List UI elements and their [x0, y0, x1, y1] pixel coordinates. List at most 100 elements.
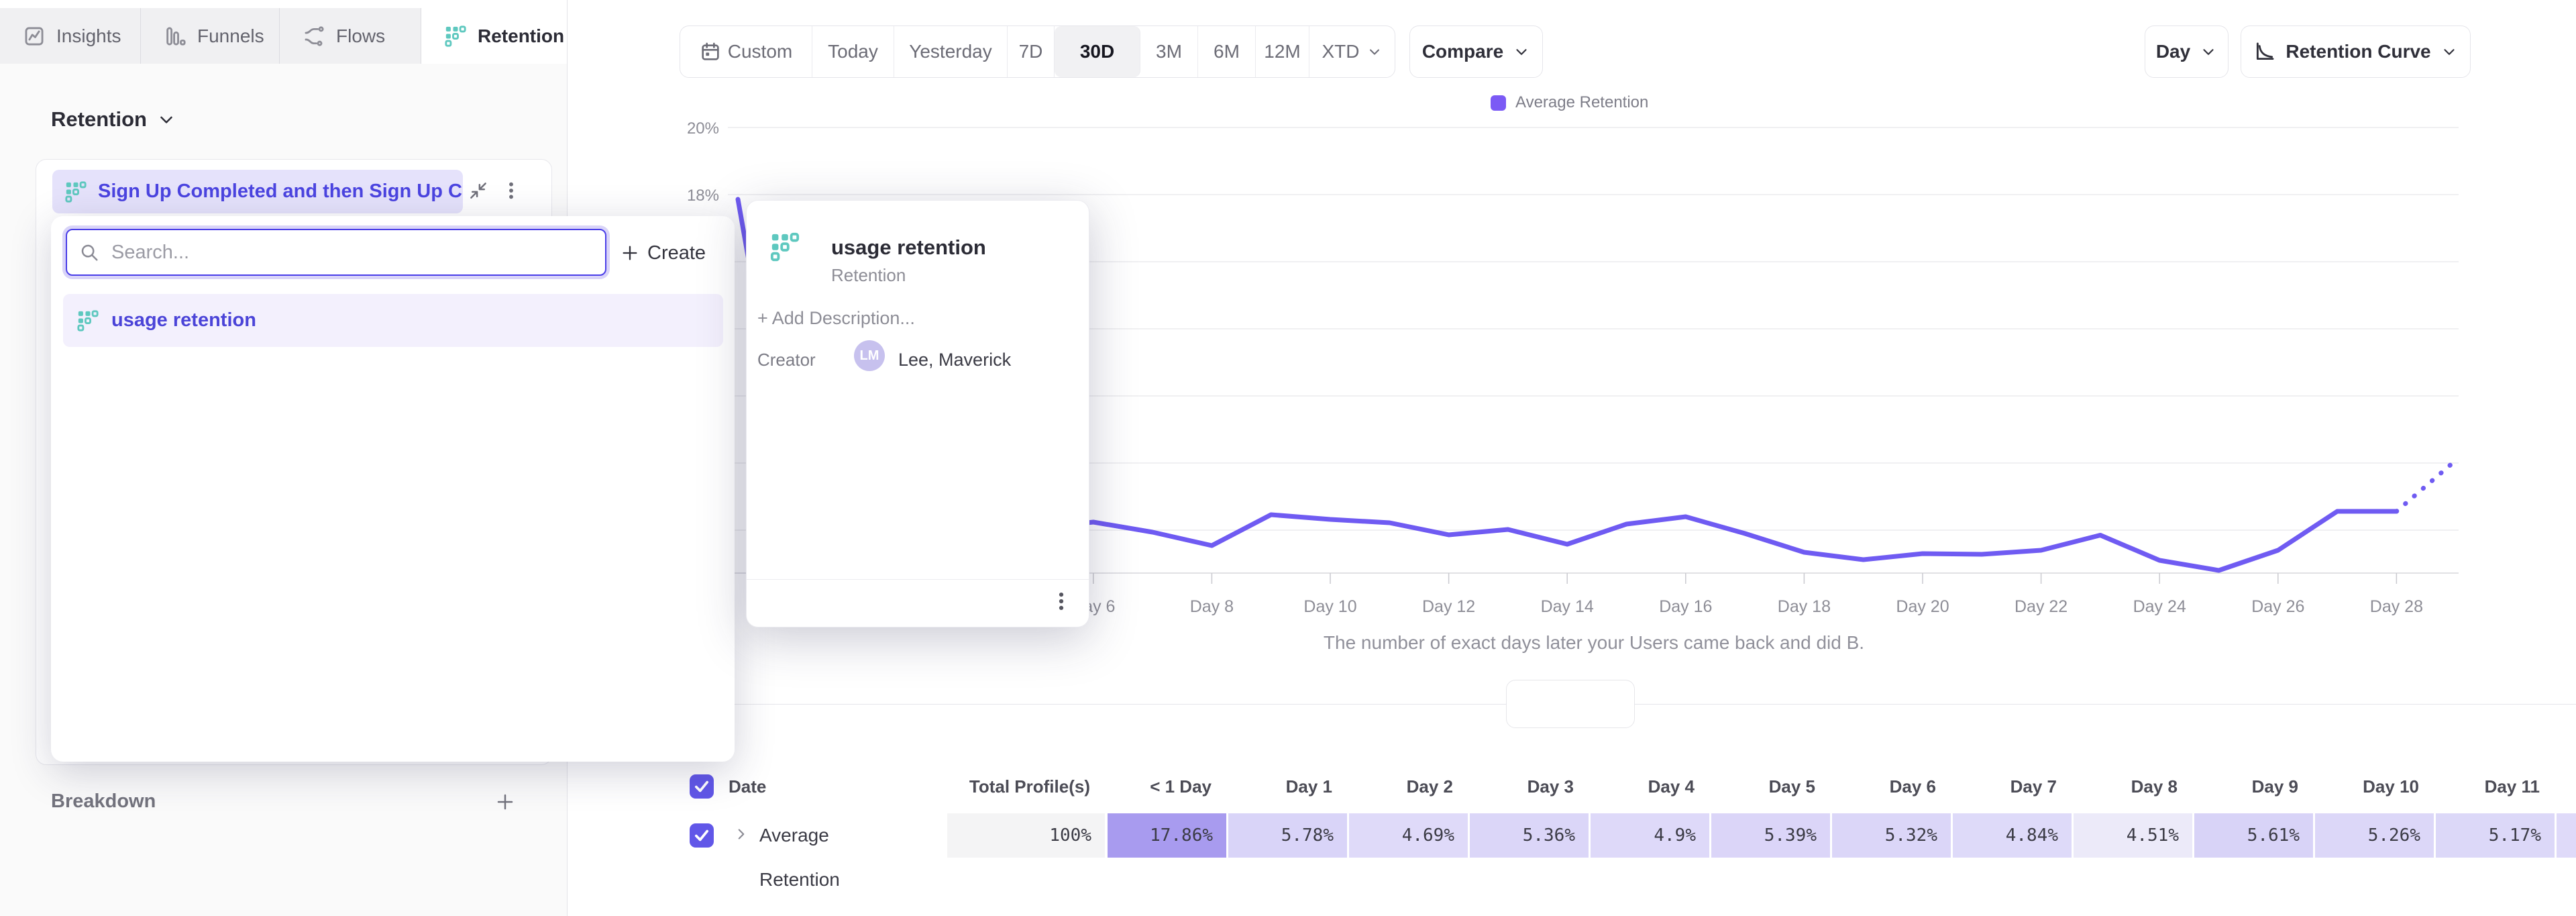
retention-icon	[769, 232, 800, 262]
tab-label: Retention	[478, 26, 564, 47]
column-header: Day 3	[1470, 770, 1589, 803]
report-type-selector[interactable]: Retention	[51, 107, 176, 132]
retention-icon	[64, 181, 87, 203]
layout-toggle	[1506, 680, 1635, 728]
search-result-label: usage retention	[111, 309, 256, 332]
column-header: Day 2	[1349, 770, 1468, 803]
range-3m[interactable]: 3M	[1140, 26, 1198, 77]
retention-cell[interactable]: 5.32%	[1832, 813, 1951, 858]
range-label: 30D	[1080, 41, 1114, 62]
avatar: LM	[854, 340, 885, 371]
range-label: XTD	[1322, 41, 1360, 62]
report-hover-card: usage retention Retention + Add Descript…	[746, 200, 1089, 627]
funnels-icon	[164, 25, 186, 48]
chevron-down-icon	[156, 109, 176, 130]
range-6m[interactable]: 6M	[1198, 26, 1256, 77]
tab-retention[interactable]: Retention	[421, 8, 567, 64]
row-label: Average Retention	[759, 813, 840, 858]
total-profiles-cell[interactable]: 100%	[947, 813, 1105, 858]
date-range-bar: Custom Today Yesterday 7D 30D 3M 6M 12M XTD	[680, 26, 1395, 78]
legend-swatch	[1491, 95, 1506, 111]
retention-cell[interactable]: 5.78%	[1228, 813, 1347, 858]
retention-cell[interactable]: 4.51%	[2074, 813, 2192, 858]
tab-insights[interactable]: Insights	[0, 8, 141, 64]
column-header: Day 5	[1711, 770, 1830, 803]
granularity-button[interactable]: Day	[2145, 26, 2229, 78]
column-header: Day 10	[2315, 770, 2434, 803]
retention-cell[interactable]: 4.84%	[1953, 813, 2072, 858]
report-type-label: Retention	[51, 107, 147, 132]
search-box	[66, 229, 606, 276]
range-12m[interactable]: 12M	[1256, 26, 1309, 77]
column-header: Day 7	[1953, 770, 2072, 803]
breakdown-label: Breakdown	[51, 791, 156, 813]
range-yesterday[interactable]: Yesterday	[894, 26, 1008, 77]
tab-flows[interactable]: Flows	[280, 8, 421, 64]
column-header: Day 9	[2194, 770, 2313, 803]
retention-cell-clipped	[2557, 813, 2576, 858]
retention-cell[interactable]: 5.17%	[2436, 813, 2555, 858]
event-pill[interactable]: Sign Up Completed and then Sign Up Co...	[52, 170, 463, 213]
range-custom[interactable]: Custom	[680, 26, 812, 77]
breakdown-section: Breakdown	[51, 791, 515, 813]
report-type: Retention	[831, 265, 906, 286]
retention-cell[interactable]: 4.9%	[1591, 813, 1709, 858]
row-checkbox[interactable]	[690, 823, 714, 848]
select-all-checkbox[interactable]	[690, 774, 714, 799]
chevron-down-icon	[1366, 44, 1383, 60]
retention-line-projection	[2396, 460, 2455, 511]
kebab-icon[interactable]	[500, 180, 522, 201]
y-axis-label: 20%	[687, 119, 719, 138]
tab-label: Funnels	[197, 26, 264, 47]
kebab-icon[interactable]	[1050, 590, 1073, 613]
column-header: Day 11	[2436, 770, 2555, 803]
create-label: Create	[647, 242, 706, 264]
chart-legend[interactable]: Average Retention	[1491, 93, 1648, 112]
x-axis-label: Day 24	[2133, 597, 2186, 616]
compare-label: Compare	[1422, 41, 1503, 62]
retention-icon	[444, 25, 467, 48]
range-label: Yesterday	[909, 41, 992, 62]
chevron-right-icon[interactable]	[733, 825, 750, 846]
creator-name: Lee, Maverick	[898, 350, 1011, 370]
range-30d[interactable]: 30D	[1055, 26, 1140, 77]
retention-cell[interactable]: 5.39%	[1711, 813, 1830, 858]
report-title: usage retention	[831, 236, 986, 260]
retention-cell[interactable]: 4.69%	[1349, 813, 1468, 858]
x-axis-label: Day 16	[1659, 597, 1712, 616]
tab-funnels[interactable]: Funnels	[141, 8, 280, 64]
chevron-down-icon	[1513, 43, 1530, 60]
range-xtd[interactable]: XTD	[1309, 26, 1395, 77]
retention-cell[interactable]: 5.26%	[2315, 813, 2434, 858]
chart-view-label: Retention Curve	[2286, 41, 2430, 62]
chart-caption: The number of exact days later your User…	[1057, 632, 2131, 654]
plus-icon[interactable]	[495, 792, 515, 812]
tab-label: Flows	[336, 26, 385, 47]
y-axis-label: 18%	[687, 187, 719, 205]
chart-view-button[interactable]: Retention Curve	[2241, 26, 2471, 78]
range-label: 3M	[1156, 41, 1182, 62]
granularity-label: Day	[2156, 41, 2190, 62]
search-icon	[79, 242, 99, 262]
add-description-button[interactable]: + Add Description...	[757, 308, 915, 329]
x-axis-label: Day 20	[1896, 597, 1949, 616]
range-today[interactable]: Today	[812, 26, 894, 77]
retention-cell[interactable]: 17.86%	[1108, 813, 1226, 858]
retention-icon	[76, 309, 99, 332]
flows-icon	[303, 25, 325, 48]
range-7d[interactable]: 7D	[1008, 26, 1055, 77]
search-result-item[interactable]: usage retention	[63, 294, 723, 347]
compare-button[interactable]: Compare	[1409, 26, 1543, 78]
search-input[interactable]	[110, 241, 605, 264]
create-button[interactable]: Create	[621, 234, 706, 272]
x-axis-label: Day 22	[2015, 597, 2068, 616]
range-label: Today	[828, 41, 878, 62]
plus-icon	[621, 244, 639, 262]
retention-curve-icon	[2253, 40, 2276, 63]
retention-cell[interactable]: 5.36%	[1470, 813, 1589, 858]
range-label: 6M	[1214, 41, 1240, 62]
retention-cell[interactable]: 5.61%	[2194, 813, 2313, 858]
x-axis-label: Day 8	[1190, 597, 1234, 616]
column-header-date: Date	[729, 770, 766, 803]
collapse-icon[interactable]	[468, 181, 488, 201]
